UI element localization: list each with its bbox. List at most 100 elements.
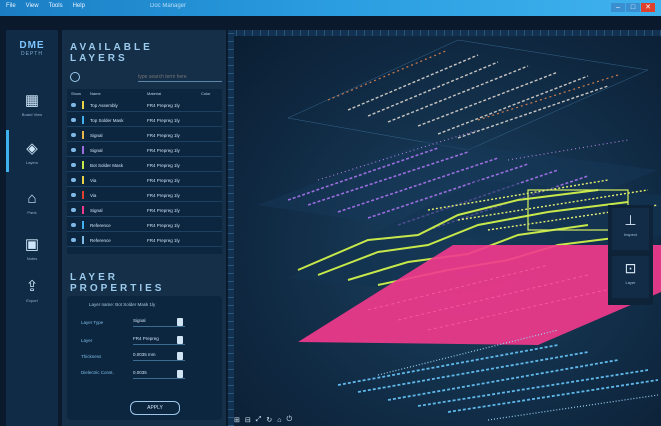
field-label-thickness: Thickness [81, 354, 102, 359]
layer-stack-view [258, 39, 661, 421]
eye-icon[interactable] [71, 148, 76, 152]
table-row[interactable]: Signal FR4 Prepreg 1ly [67, 145, 222, 157]
layer-color-swatch [82, 221, 84, 229]
eye-icon[interactable] [71, 223, 76, 227]
layer-name: Via [90, 193, 97, 198]
layer-name: Bot Solder Mask [90, 163, 124, 168]
eye-icon[interactable] [71, 163, 76, 167]
layer-material: FR4 Prepreg 1ly [147, 193, 180, 198]
table-row[interactable]: Signal FR4 Prepreg 1ly [67, 130, 222, 142]
inspect-label: Inspect [624, 232, 637, 237]
layer-name: Signal [90, 208, 103, 213]
layer-name: Reference [90, 238, 111, 243]
nav-item-board[interactable]: ▦ Board View [6, 92, 58, 117]
menu-bar: File View Tools Help [6, 3, 85, 9]
properties-title-line2: PROPERTIES [70, 283, 165, 294]
layer-name-caption: Layer name: Bot Solder Mask 1ly [89, 302, 156, 307]
layer-name: Signal [90, 148, 103, 153]
layer-color-swatch [82, 131, 84, 139]
col-show[interactable]: Show [71, 91, 81, 96]
layer-name: Via [90, 178, 97, 183]
field-label-type: Layer Type [81, 320, 104, 325]
power-icon[interactable]: ⏻ [286, 416, 292, 424]
layer-type-stepper[interactable] [177, 318, 183, 326]
dielectric-stepper[interactable] [177, 370, 183, 378]
layer-name: Top Assembly [90, 103, 118, 108]
col-material[interactable]: Material [147, 91, 161, 96]
table-row[interactable]: Via FR4 Prepreg 1ly [67, 175, 222, 187]
export-icon: ⇪ [25, 278, 39, 295]
horizontal-ruler [228, 30, 661, 36]
eye-icon[interactable] [71, 178, 76, 182]
layer-tool-button[interactable]: ⊡ Layer [612, 256, 649, 298]
eye-icon[interactable] [71, 118, 76, 122]
minimize-button[interactable]: – [611, 3, 625, 12]
layer-color-swatch [82, 191, 84, 199]
search-input[interactable] [138, 72, 222, 82]
layers-table: Show Name Material Color Top Assembly FR4… [67, 89, 222, 254]
thickness-stepper[interactable] [177, 352, 183, 360]
close-button[interactable]: ✕ [641, 3, 655, 12]
brand-logo: DME DEPTH [6, 40, 58, 57]
field-label-layer: Layer [81, 338, 93, 343]
search-icon[interactable] [70, 72, 80, 82]
apply-button[interactable]: APPLY [130, 401, 180, 415]
layers-icon: ◈ [26, 140, 38, 157]
layer-material: FR4 Prepreg 1ly [147, 163, 180, 168]
layer-search [70, 72, 222, 82]
field-label-dielectric: Dielectric Const. [81, 370, 114, 375]
home-view-icon[interactable]: ⌂ [277, 417, 281, 424]
layer-name: Reference [90, 223, 111, 228]
layer-color-swatch [82, 146, 84, 154]
layer-color-swatch [82, 236, 84, 244]
menu-help[interactable]: Help [73, 3, 85, 9]
layer-material: FR4 Prepreg 1ly [147, 178, 180, 183]
board-canvas[interactable] [228, 30, 661, 426]
table-row[interactable]: Reference FR4 Prepreg 1ly [67, 235, 222, 247]
layer-tool-label: Layer [625, 280, 636, 285]
zoom-in-icon[interactable]: ⊞ [234, 416, 240, 424]
component-icon: ⌂ [27, 190, 37, 207]
table-row[interactable]: Top Assembly FR4 Prepreg 1ly [67, 100, 222, 112]
top-layer-traces [287, 39, 649, 151]
nav-label: Layers [25, 160, 38, 165]
nav-label: Parts [27, 210, 37, 215]
col-name[interactable]: Name [90, 91, 101, 96]
layer-color-swatch [82, 116, 84, 124]
brand-mark: DME [19, 40, 45, 51]
inspect-tool-button[interactable]: ⊥ Inspect [612, 208, 649, 250]
board-icon: ▦ [24, 92, 40, 109]
maximize-button[interactable]: □ [626, 3, 640, 12]
nav-item-parts[interactable]: ⌂ Parts [6, 190, 58, 215]
layer-name: Top Solder Mask [90, 118, 124, 123]
table-row[interactable]: Signal FR4 Prepreg 1ly [67, 205, 222, 217]
layer-name: Signal [90, 133, 103, 138]
table-row[interactable]: Via FR4 Prepreg 1ly [67, 190, 222, 202]
col-color[interactable]: Color [201, 91, 211, 96]
rotate-icon[interactable]: ↻ [266, 416, 272, 424]
nav-label: Board View [21, 112, 43, 117]
inspect-icon: ⊥ [624, 212, 637, 228]
nav-item-notes[interactable]: ▣ Notes [6, 236, 58, 261]
package-icon: ⊡ [624, 260, 637, 276]
menu-file[interactable]: File [6, 3, 16, 9]
menu-view[interactable]: View [26, 3, 39, 9]
menu-tools[interactable]: Tools [49, 3, 63, 9]
eye-icon[interactable] [71, 133, 76, 137]
nav-item-export[interactable]: ⇪ Export [6, 278, 58, 303]
layer-stepper[interactable] [177, 336, 183, 344]
layer-material: FR4 Prepreg 1ly [147, 103, 180, 108]
eye-icon[interactable] [71, 103, 76, 107]
eye-icon[interactable] [71, 208, 76, 212]
table-row[interactable]: Reference FR4 Prepreg 1ly [67, 220, 222, 232]
zoom-out-icon[interactable]: ⊟ [245, 416, 251, 424]
layer-color-swatch [82, 176, 84, 184]
properties-title-line1: LAYER [70, 272, 118, 283]
eye-icon[interactable] [71, 238, 76, 242]
nav-item-layers[interactable]: ◈ Layers [6, 140, 58, 165]
eye-icon[interactable] [71, 193, 76, 197]
clipboard-icon: ▣ [24, 236, 40, 253]
fit-view-icon[interactable]: ⤢ [256, 416, 262, 424]
table-row[interactable]: Bot Solder Mask FR4 Prepreg 1ly [67, 160, 222, 172]
table-row[interactable]: Top Solder Mask FR4 Prepreg 1ly [67, 115, 222, 127]
